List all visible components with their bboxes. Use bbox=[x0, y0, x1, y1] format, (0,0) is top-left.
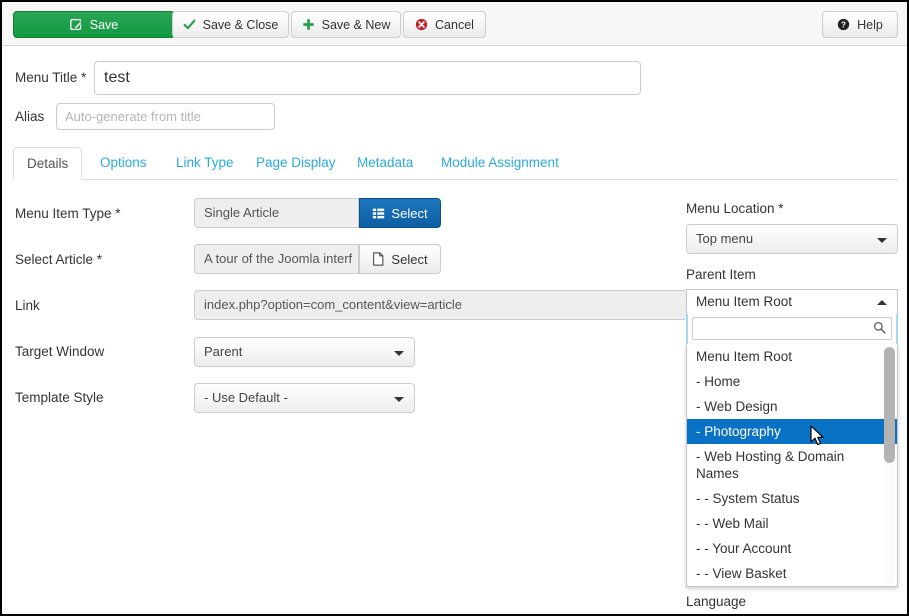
menu-item-type-select-label: Select bbox=[391, 205, 428, 221]
template-style-value: - Use Default - bbox=[204, 390, 288, 405]
target-window-select[interactable]: Parent bbox=[194, 337, 415, 367]
option-list-scrollbar-thumb[interactable] bbox=[884, 347, 895, 463]
list-icon bbox=[372, 207, 385, 220]
save-and-close-button[interactable]: Save & Close bbox=[172, 11, 289, 38]
tab-module-assignment[interactable]: Module Assignment bbox=[428, 147, 572, 180]
option-your-account[interactable]: - - Your Account bbox=[687, 536, 897, 561]
template-style-select[interactable]: - Use Default - bbox=[194, 383, 415, 413]
option-web-design[interactable]: - Web Design bbox=[687, 394, 897, 419]
cancel-button[interactable]: Cancel bbox=[403, 11, 486, 38]
cancel-circle-x-icon bbox=[415, 18, 428, 31]
select-article-label: Select Article * bbox=[15, 252, 103, 267]
option-system-status[interactable]: - - System Status bbox=[687, 486, 897, 511]
parent-item-label: Parent Item bbox=[686, 267, 756, 282]
save-and-new-label: Save & New bbox=[321, 17, 391, 32]
target-window-label: Target Window bbox=[15, 344, 105, 359]
menu-location-label: Menu Location * bbox=[686, 201, 784, 216]
menu-item-edit-page: Save Save & Close Save & New Cancel ? He… bbox=[0, 0, 909, 616]
option-web-mail[interactable]: - - Web Mail bbox=[687, 511, 897, 536]
toolbar: Save Save & Close Save & New Cancel ? He… bbox=[2, 2, 907, 46]
menu-item-type-label: Menu Item Type * bbox=[15, 206, 121, 221]
save-button[interactable]: Save bbox=[13, 11, 175, 38]
alias-input[interactable] bbox=[56, 103, 275, 130]
check-icon bbox=[183, 18, 196, 31]
parent-item-search-input[interactable] bbox=[692, 317, 892, 340]
tab-details[interactable]: Details bbox=[13, 147, 83, 180]
option-home[interactable]: - Home bbox=[687, 369, 897, 394]
option-web-hosting[interactable]: - Web Hosting & Domain Names bbox=[687, 444, 897, 486]
select-article-select-button[interactable]: Select bbox=[359, 244, 441, 274]
chevron-down-icon bbox=[394, 397, 404, 402]
parent-item-combobox-toggle[interactable]: Menu Item Root bbox=[686, 289, 898, 314]
tab-page-display[interactable]: Page Display bbox=[243, 147, 349, 180]
svg-text:?: ? bbox=[841, 21, 846, 30]
link-label: Link bbox=[15, 298, 40, 313]
parent-item-combobox: Menu Item Root Menu Item Root - Home - W… bbox=[686, 289, 898, 587]
link-value: index.php?option=com_content&view=articl… bbox=[194, 290, 688, 320]
save-button-label: Save bbox=[89, 17, 119, 32]
menu-title-label: Menu Title * bbox=[15, 70, 87, 85]
tab-metadata[interactable]: Metadata bbox=[344, 147, 426, 180]
menu-item-type-select-button[interactable]: Select bbox=[359, 198, 441, 228]
option-photography[interactable]: - Photography bbox=[687, 419, 897, 444]
tab-link-type[interactable]: Link Type bbox=[163, 147, 247, 180]
save-pencil-icon bbox=[69, 18, 83, 31]
help-question-icon: ? bbox=[837, 18, 850, 31]
parent-item-option-list[interactable]: Menu Item Root - Home - Web Design - Pho… bbox=[686, 344, 898, 587]
option-view-basket[interactable]: - - View Basket bbox=[687, 561, 897, 586]
target-window-value: Parent bbox=[204, 344, 243, 359]
help-button-label: Help bbox=[857, 17, 883, 32]
chevron-down-icon bbox=[877, 238, 887, 243]
save-and-close-label: Save & Close bbox=[202, 17, 279, 32]
select-article-select-label: Select bbox=[391, 251, 428, 267]
chevron-down-icon bbox=[394, 351, 404, 356]
cancel-button-label: Cancel bbox=[435, 17, 474, 32]
menu-location-value: Top menu bbox=[696, 231, 754, 246]
menu-item-type-value: Single Article bbox=[194, 198, 359, 228]
select-article-value: A tour of the Joomla interf bbox=[194, 244, 359, 274]
save-and-new-button[interactable]: Save & New bbox=[291, 11, 401, 38]
plus-icon bbox=[302, 18, 315, 31]
chevron-up-icon bbox=[877, 300, 887, 305]
tab-options[interactable]: Options bbox=[87, 147, 160, 180]
tab-bar: Details Options Link Type Page Display M… bbox=[13, 147, 898, 180]
option-menu-item-root[interactable]: Menu Item Root bbox=[687, 344, 897, 369]
menu-title-input[interactable] bbox=[94, 61, 641, 95]
document-icon bbox=[372, 252, 385, 266]
menu-location-select[interactable]: Top menu bbox=[686, 224, 898, 254]
help-button[interactable]: ? Help bbox=[822, 11, 898, 38]
parent-item-selected-value: Menu Item Root bbox=[696, 294, 793, 309]
parent-item-search-wrap bbox=[686, 314, 898, 344]
alias-label: Alias bbox=[15, 109, 45, 124]
template-style-label: Template Style bbox=[15, 390, 104, 405]
language-label: Language bbox=[686, 594, 747, 609]
